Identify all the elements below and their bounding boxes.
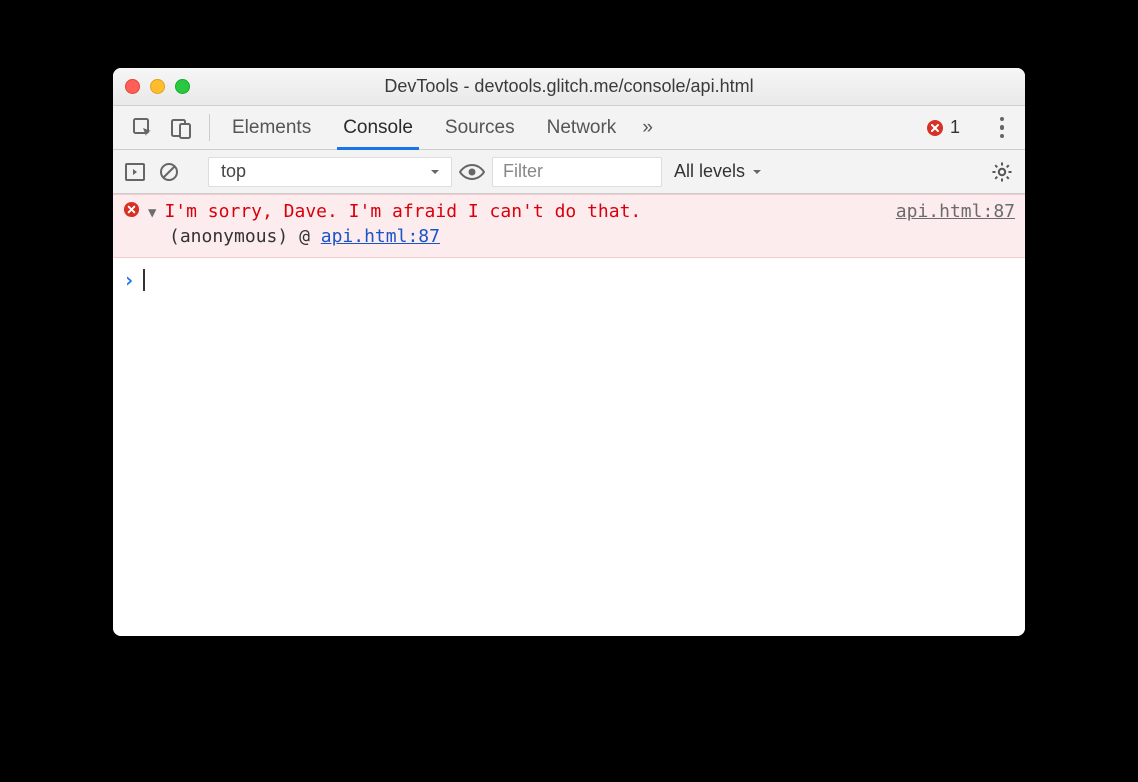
error-count-indicator[interactable]: 1 [920, 117, 966, 138]
tab-elements[interactable]: Elements [216, 106, 327, 149]
stack-frame-label: (anonymous) [169, 226, 288, 247]
maximize-window-button[interactable] [175, 79, 190, 94]
context-value: top [221, 161, 246, 182]
panel-tabs: Elements Console Sources Network [216, 106, 632, 149]
chevron-down-icon [751, 166, 763, 178]
console-prompt[interactable]: › [113, 258, 1025, 302]
prompt-caret-icon: › [123, 268, 135, 292]
console-settings-icon[interactable] [987, 157, 1017, 187]
error-icon [926, 119, 944, 137]
error-source-link[interactable]: api.html:87 [896, 201, 1015, 222]
devtools-window: DevTools - devtools.glitch.me/console/ap… [113, 68, 1025, 636]
tab-network[interactable]: Network [531, 106, 633, 149]
toggle-console-sidebar-icon[interactable] [121, 158, 149, 186]
error-stack: (anonymous) @ api.html:87 [123, 222, 1015, 247]
overflow-glyph: » [642, 117, 653, 139]
console-output: ▼ I'm sorry, Dave. I'm afraid I can't do… [113, 194, 1025, 636]
tabs-overflow-button[interactable]: » [632, 106, 663, 149]
tab-label: Elements [232, 117, 311, 139]
more-options-button[interactable] [991, 113, 1013, 143]
minimize-window-button[interactable] [150, 79, 165, 94]
execution-context-select[interactable]: top [208, 157, 452, 187]
stack-frame-link[interactable]: api.html:87 [321, 226, 440, 247]
titlebar: DevTools - devtools.glitch.me/console/ap… [113, 68, 1025, 106]
window-controls [125, 79, 190, 94]
device-toolbar-icon[interactable] [167, 114, 195, 142]
live-expression-icon[interactable] [458, 158, 486, 186]
filter-input[interactable] [492, 157, 662, 187]
log-level-select[interactable]: All levels [668, 161, 769, 182]
inspect-element-icon[interactable] [129, 114, 157, 142]
error-count: 1 [950, 117, 960, 138]
window-title: DevTools - devtools.glitch.me/console/ap… [113, 76, 1025, 97]
text-cursor [143, 269, 145, 291]
error-message: I'm sorry, Dave. I'm afraid I can't do t… [164, 201, 641, 222]
tab-label: Sources [445, 117, 515, 139]
level-value: All levels [674, 161, 745, 182]
close-window-button[interactable] [125, 79, 140, 94]
console-error-entry: ▼ I'm sorry, Dave. I'm afraid I can't do… [113, 194, 1025, 258]
error-row: ▼ I'm sorry, Dave. I'm afraid I can't do… [123, 201, 1015, 222]
chevron-down-icon [429, 166, 441, 178]
tab-label: Console [343, 117, 413, 139]
inspect-controls [121, 106, 203, 149]
stack-at: @ [299, 226, 310, 247]
error-icon [123, 201, 140, 218]
clear-console-icon[interactable] [155, 158, 183, 186]
tabs-right-controls: 1 [920, 106, 1017, 149]
tab-console[interactable]: Console [327, 106, 429, 149]
tab-sources[interactable]: Sources [429, 106, 531, 149]
console-toolbar: top All levels [113, 150, 1025, 194]
tab-label: Network [547, 117, 617, 139]
main-tabs-bar: Elements Console Sources Network » 1 [113, 106, 1025, 150]
disclosure-triangle-icon[interactable]: ▼ [148, 205, 156, 221]
separator [209, 114, 210, 141]
